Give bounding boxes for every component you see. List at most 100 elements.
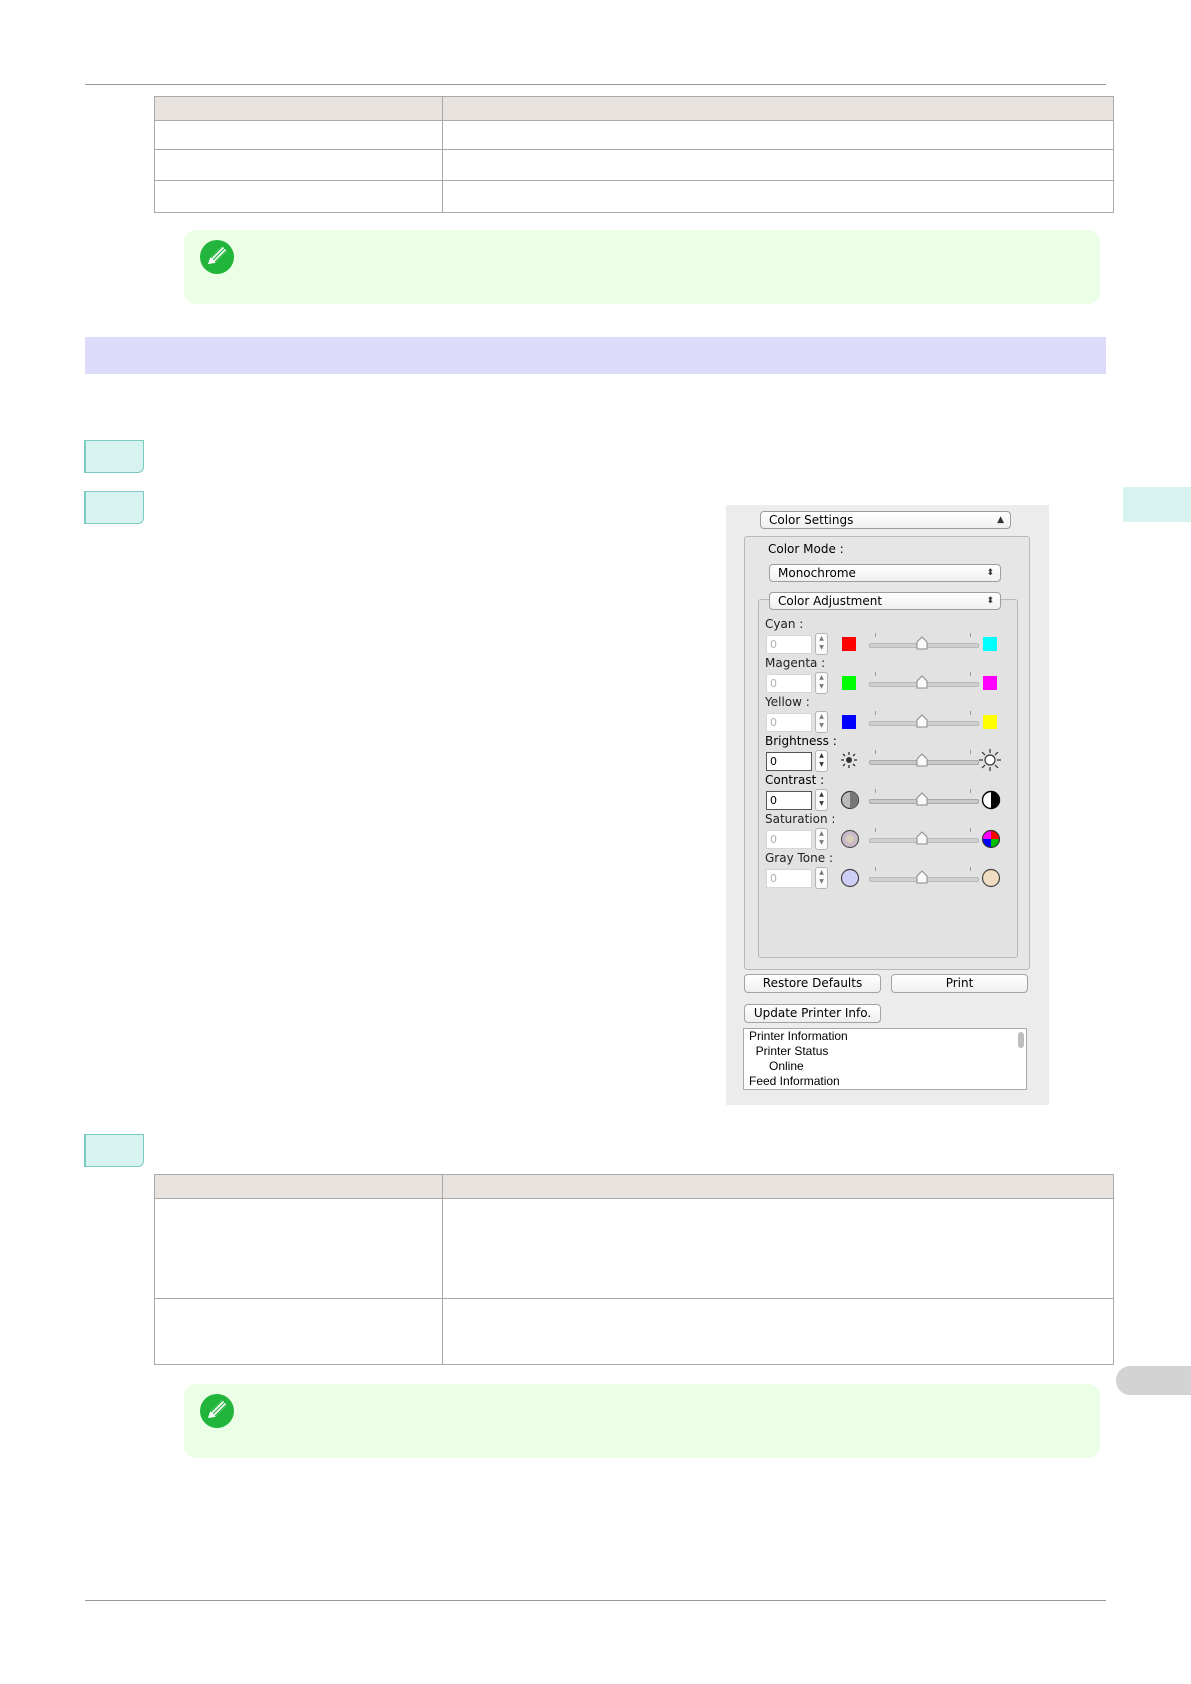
settings-popup[interactable]: Color Settings ▲ <box>760 511 1011 529</box>
footer-rule <box>85 1600 1106 1601</box>
settings-table-bottom <box>154 1174 1114 1365</box>
value-stepper[interactable]: ▲ ▼ <box>815 633 828 655</box>
printer-info-line: Printer Status <box>749 1044 829 1058</box>
slider-tick <box>875 828 876 832</box>
value-field[interactable]: 0 <box>766 635 812 654</box>
update-printer-info-button[interactable]: Update Printer Info. <box>744 1004 881 1023</box>
step-marker <box>84 440 144 473</box>
step-marker <box>84 1134 144 1167</box>
slider-tick <box>970 867 971 871</box>
slider-tick <box>875 867 876 871</box>
color-adjustment-label: Color Adjustment <box>778 594 883 608</box>
slider-tick <box>875 711 876 715</box>
value-field[interactable]: 0 <box>766 674 812 693</box>
table-cell <box>442 120 1114 150</box>
updown-arrow-icon: ⬍ <box>986 596 994 606</box>
slider-tick <box>875 672 876 676</box>
restore-defaults-button[interactable]: Restore Defaults <box>744 974 881 993</box>
updown-arrow-icon: ⬍ <box>986 568 994 578</box>
pencil-note-icon <box>200 1394 234 1428</box>
value-field[interactable]: 0 <box>766 830 812 849</box>
slider-tick <box>875 789 876 793</box>
printer-info-line: Online <box>749 1059 804 1073</box>
control-label: Magenta : <box>765 656 826 670</box>
sun-dim-icon <box>840 751 858 772</box>
slider-tick <box>970 789 971 793</box>
control-label: Contrast : <box>765 773 825 787</box>
slider-thumb[interactable] <box>916 870 928 884</box>
pencil-note-icon <box>200 240 234 274</box>
color-settings-panel: Color Settings ▲ Color Mode : Monochrome… <box>726 505 1049 1105</box>
table-header-cell <box>154 1174 443 1199</box>
note-box <box>184 230 1100 304</box>
printer-info-line: Feed Information <box>749 1074 840 1088</box>
slider-thumb[interactable] <box>916 714 928 728</box>
slider-thumb[interactable] <box>916 753 928 767</box>
color-adjustment-popup[interactable]: Color Adjustment ⬍ <box>769 592 1001 610</box>
note-box <box>184 1384 1100 1458</box>
slider-thumb[interactable] <box>916 831 928 845</box>
slider-tick <box>970 828 971 832</box>
value-stepper[interactable]: ▲ ▼ <box>815 711 828 733</box>
slider-thumb[interactable] <box>916 792 928 806</box>
slider-tick <box>970 672 971 676</box>
right-color-swatch <box>983 676 997 690</box>
table-cell <box>442 1298 1114 1365</box>
slider-thumb[interactable] <box>916 675 928 689</box>
right-color-swatch <box>983 637 997 651</box>
scrollbar-thumb[interactable] <box>1018 1032 1024 1048</box>
value-stepper[interactable]: ▲ ▼ <box>815 672 828 694</box>
gray-cool-icon <box>840 868 860 891</box>
value-stepper[interactable]: ▲ ▼ <box>815 867 828 889</box>
value-stepper[interactable]: ▲ ▼ <box>815 789 828 811</box>
control-label: Yellow : <box>765 695 810 709</box>
contrast-high-icon <box>981 790 1001 813</box>
table-header-cell <box>154 96 443 121</box>
side-index-tab <box>1123 487 1191 522</box>
color-mode-label: Color Mode : <box>768 542 844 556</box>
table-cell <box>154 180 443 213</box>
table-cell <box>154 1298 443 1365</box>
control-label: Saturation : <box>765 812 836 826</box>
left-color-swatch <box>842 715 856 729</box>
value-field[interactable]: 0 <box>766 869 812 888</box>
printer-info-list[interactable]: Printer Information Printer Status Onlin… <box>743 1028 1027 1090</box>
settings-table-top <box>154 96 1114 213</box>
slider-tick <box>970 750 971 754</box>
slider-tick <box>970 633 971 637</box>
contrast-low-icon <box>840 790 860 813</box>
table-cell <box>154 1198 443 1299</box>
table-cell <box>154 149 443 181</box>
table-cell <box>154 120 443 150</box>
value-field[interactable]: 0 <box>766 713 812 732</box>
updown-arrow-icon: ▲ <box>997 515 1004 525</box>
table-header-cell <box>442 1174 1114 1199</box>
side-index-tab <box>1116 1366 1191 1395</box>
slider-thumb[interactable] <box>916 636 928 650</box>
control-label: Cyan : <box>765 617 804 631</box>
step-marker <box>84 491 144 524</box>
value-stepper[interactable]: ▲ ▼ <box>815 750 828 772</box>
value-stepper[interactable]: ▲ ▼ <box>815 828 828 850</box>
sun-bright-icon <box>979 749 1001 774</box>
saturation-low-icon <box>840 829 860 852</box>
section-heading-bar <box>85 337 1106 374</box>
gray-warm-icon <box>981 868 1001 891</box>
value-field[interactable]: 0 <box>766 791 812 810</box>
control-label: Gray Tone : <box>765 851 833 865</box>
color-mode-popup[interactable]: Monochrome ⬍ <box>769 564 1001 582</box>
slider-tick <box>875 750 876 754</box>
table-header-cell <box>442 96 1114 121</box>
table-cell <box>442 180 1114 213</box>
color-mode-value: Monochrome <box>778 566 856 580</box>
left-color-swatch <box>842 637 856 651</box>
slider-tick <box>875 633 876 637</box>
left-color-swatch <box>842 676 856 690</box>
slider-tick <box>970 711 971 715</box>
saturation-high-icon <box>981 829 1001 852</box>
table-cell <box>442 149 1114 181</box>
value-field[interactable]: 0 <box>766 752 812 771</box>
control-label: Brightness : <box>765 734 837 748</box>
print-button[interactable]: Print <box>891 974 1028 993</box>
right-color-swatch <box>983 715 997 729</box>
